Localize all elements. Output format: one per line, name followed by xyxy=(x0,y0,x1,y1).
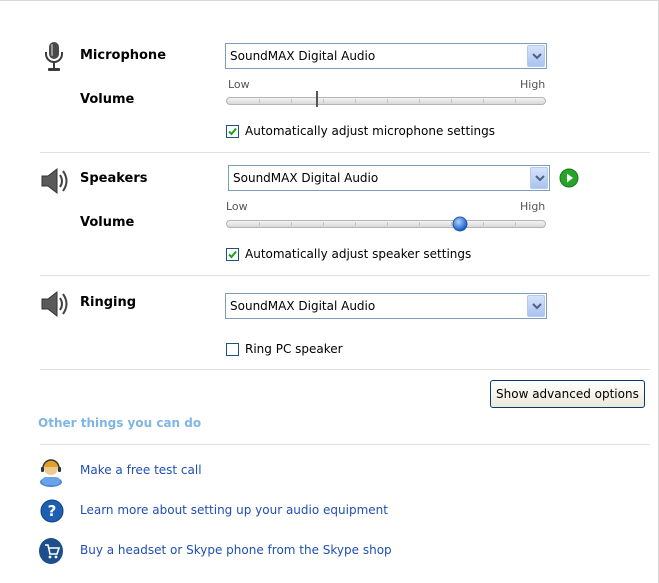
ringing-label: Ringing xyxy=(80,295,137,310)
speakers-auto-adjust-checkbox[interactable] xyxy=(226,248,239,261)
slider-tick xyxy=(419,222,420,226)
microphone-volume-low-label: Low xyxy=(228,78,250,91)
microphone-device-select[interactable]: SoundMAX Digital Audio xyxy=(225,43,547,69)
speakers-device-value: SoundMAX Digital Audio xyxy=(233,171,379,185)
chevron-down-icon[interactable] xyxy=(527,295,545,317)
section-divider xyxy=(40,444,650,445)
slider-tick xyxy=(515,99,516,103)
slider-tick xyxy=(355,99,356,103)
chevron-down-icon[interactable] xyxy=(530,167,548,189)
speakers-volume-low-label: Low xyxy=(226,200,248,213)
skype-shop-link[interactable]: Buy a headset or Skype phone from the Sk… xyxy=(80,543,392,557)
speaker-icon xyxy=(40,167,70,195)
slider-tick xyxy=(387,99,388,103)
speakers-volume-slider[interactable] xyxy=(226,220,546,228)
microphone-auto-adjust-label[interactable]: Automatically adjust microphone settings xyxy=(245,124,495,138)
slider-tick xyxy=(291,222,292,226)
microphone-volume-slider[interactable] xyxy=(226,97,546,105)
microphone-label: Microphone xyxy=(80,48,167,63)
ringing-device-value: SoundMAX Digital Audio xyxy=(230,299,376,313)
microphone-auto-adjust-checkbox[interactable] xyxy=(226,125,239,138)
slider-tick xyxy=(355,222,356,226)
test-call-link[interactable]: Make a free test call xyxy=(80,463,202,477)
shop-icon[interactable] xyxy=(38,537,64,565)
slider-tick xyxy=(323,99,324,103)
section-divider xyxy=(40,369,650,370)
slider-tick xyxy=(259,99,260,103)
speakers-volume-slider-thumb[interactable] xyxy=(452,216,468,232)
ringing-speaker-icon xyxy=(40,290,70,318)
section-divider xyxy=(40,275,650,276)
show-advanced-options-button[interactable]: Show advanced options xyxy=(490,380,645,408)
slider-tick xyxy=(387,222,388,226)
ring-pc-speaker-label[interactable]: Ring PC speaker xyxy=(245,342,343,356)
slider-tick xyxy=(291,99,292,103)
speakers-label: Speakers xyxy=(80,171,148,186)
ringing-device-select[interactable]: SoundMAX Digital Audio xyxy=(225,293,547,319)
microphone-device-value: SoundMAX Digital Audio xyxy=(230,49,376,63)
microphone-volume-level-marker[interactable] xyxy=(315,91,318,107)
audio-help-link[interactable]: Learn more about setting up your audio e… xyxy=(80,503,388,517)
chevron-down-icon[interactable] xyxy=(527,45,545,67)
check-icon xyxy=(228,250,237,259)
slider-tick xyxy=(483,222,484,226)
ring-pc-speaker-checkbox[interactable] xyxy=(226,343,239,356)
speakers-volume-label: Volume xyxy=(80,215,135,230)
svg-text:?: ? xyxy=(48,502,57,520)
speakers-device-select[interactable]: SoundMAX Digital Audio xyxy=(228,165,550,191)
speakers-volume-high-label: High xyxy=(520,200,546,213)
other-things-heading: Other things you can do xyxy=(38,416,202,430)
test-call-icon[interactable] xyxy=(38,457,64,487)
slider-tick xyxy=(451,99,452,103)
slider-tick xyxy=(515,222,516,226)
section-divider xyxy=(40,152,650,153)
audio-settings-panel: Microphone SoundMAX Digital Audio Volume… xyxy=(0,0,659,583)
slider-tick xyxy=(483,99,484,103)
slider-tick xyxy=(259,222,260,226)
speakers-auto-adjust-label[interactable]: Automatically adjust speaker settings xyxy=(245,247,471,261)
play-test-sound-icon[interactable] xyxy=(559,168,579,188)
slider-tick xyxy=(323,222,324,226)
microphone-volume-high-label: High xyxy=(520,78,546,91)
microphone-icon xyxy=(42,41,66,73)
microphone-volume-label: Volume xyxy=(80,92,135,107)
slider-tick xyxy=(419,99,420,103)
check-icon xyxy=(228,127,237,136)
help-icon[interactable]: ? xyxy=(40,499,64,523)
